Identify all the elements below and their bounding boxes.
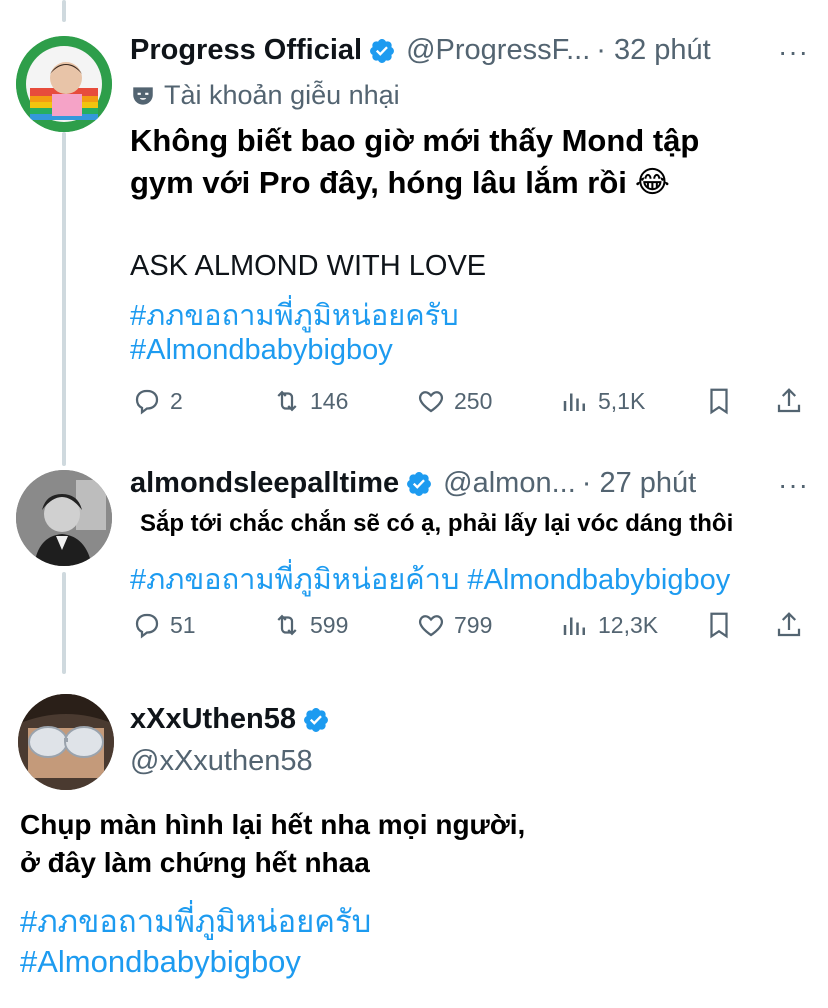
views-icon [563,393,585,411]
share-button[interactable] [774,610,804,640]
tweet-header: xXxUthen58 [130,703,330,736]
bookmark-icon [710,388,728,415]
like-icon [418,615,444,637]
laughing-emoji-icon: 😂 [634,166,670,199]
more-icon[interactable]: ··· [778,469,809,501]
handle[interactable]: @almon... [443,467,576,500]
reply-count: 2 [170,387,183,414]
avatar-image [16,470,112,566]
timestamp[interactable]: · 27 phút [582,467,696,500]
bookmark-button[interactable] [704,610,734,640]
like-count: 250 [454,387,493,414]
retweet-count: 599 [310,611,349,638]
reply-button[interactable]: 2 [132,386,183,416]
tweet-text: Sắp tới chắc chắn sẽ có ạ, phải lấy lại … [140,510,734,537]
tweet-header: almondsleepalltime @almon... · 27 phút [130,467,696,500]
thread-line-2 [62,572,66,674]
verified-badge-icon [370,38,395,63]
tweet-text-line-1: Không biết bao giờ mới thấy Mond tập [130,123,700,158]
bookmark-icon [710,612,728,639]
parody-label-text: Tài khoản giễu nhại [164,80,400,110]
reply-button[interactable]: 51 [132,610,196,640]
display-name[interactable]: almondsleepalltime [130,467,399,500]
tweet-text-line-2: gym với Pro đây, hóng lâu lắm rồi [130,165,627,200]
tweet-plain-line: ASK ALMOND WITH LOVE [130,250,487,282]
avatar-image [18,694,114,790]
retweet-icon [277,390,297,412]
like-button[interactable]: 799 [416,610,492,640]
views-button[interactable]: 12,3K [560,610,658,640]
thread-line-1 [62,132,66,466]
retweet-icon [277,614,297,636]
share-icon [777,388,801,413]
avatar-image [16,36,112,132]
views-count: 12,3K [598,611,659,638]
avatar[interactable] [16,36,112,132]
tweet-text: Không biết bao giờ mới thấy Mond tập gym… [130,120,810,204]
hashtag-link[interactable]: #Almondbabybigboy [130,334,393,367]
parody-mask-icon [133,86,153,105]
tweet-text-line-2: ở đây làm chứng hết nhaa [20,847,370,878]
like-count: 799 [454,611,493,638]
avatar[interactable] [18,694,114,790]
hashtag-link[interactable]: #ภภขอถามพี่ภูมิหน่อยค้าบ #Almondbabybigb… [130,556,730,602]
like-button[interactable]: 250 [416,386,492,416]
share-button[interactable] [774,386,804,416]
hashtag-link[interactable]: #ภภขอถามพี่ภูมิหน่อยครับ [20,896,371,946]
bookmark-button[interactable] [704,386,734,416]
tweet-header: Progress Official @ProgressF... · 32 phú… [130,34,711,67]
hashtag-link[interactable]: #Almondbabybigboy [20,944,301,980]
avatar[interactable] [16,470,112,566]
thread-line-top [62,0,66,22]
timestamp[interactable]: · 32 phút [596,34,710,67]
handle[interactable]: @xXxuthen58 [130,745,313,778]
verified-badge-icon [304,707,328,732]
reply-icon [135,613,159,639]
parody-label: Tài khoản giễu nhại [130,80,400,111]
handle[interactable]: @ProgressF... [406,34,590,67]
retweet-button[interactable]: 146 [272,386,348,416]
more-icon[interactable]: ··· [778,36,809,68]
reply-icon [135,389,159,415]
hashtag-link[interactable]: #ภภขอถามพี่ภูมิหน่อยครับ [130,292,459,338]
display-name[interactable]: xXxUthen58 [130,703,296,736]
views-count: 5,1K [598,387,646,414]
retweet-button[interactable]: 599 [272,610,348,640]
reply-count: 51 [170,611,196,638]
views-button[interactable]: 5,1K [560,386,645,416]
like-icon [418,391,444,413]
views-icon [563,617,585,635]
retweet-count: 146 [310,387,349,414]
display-name[interactable]: Progress Official [130,34,362,67]
tweet-text-line-1: Chụp màn hình lại hết nha mọi người, [20,809,526,840]
tweet-text: Chụp màn hình lại hết nha mọi người, ở đ… [20,806,525,882]
verified-badge-icon [407,471,432,496]
share-icon [777,612,801,637]
